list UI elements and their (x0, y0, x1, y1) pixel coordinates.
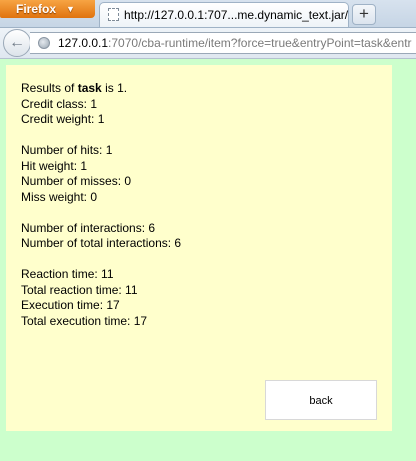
results-title-prefix: Results of (21, 81, 78, 95)
results-title: Results of task is 1. (21, 81, 181, 97)
firefox-menu-button[interactable]: Firefox ▼ (0, 0, 95, 18)
browser-tab[interactable]: http://127.0.0.1:707...me.dynamic_text.j… (99, 2, 349, 27)
hit-weight: Hit weight: 1 (21, 158, 88, 173)
credit-class: Credit class: 1 (21, 96, 98, 111)
total-reaction-time: Total reaction time: 11 (21, 282, 138, 297)
results-task-name: task (77, 81, 102, 95)
browser-back-button[interactable]: ← (3, 29, 31, 57)
results-text: Results of task is 1. Credit class: 1 Cr… (21, 81, 181, 329)
address-bar[interactable]: 127.0.0.1:7070/cba-runtime/item?force=tr… (30, 32, 416, 54)
firefox-menu-label: Firefox (16, 2, 57, 16)
number-of-total-interactions: Number of total interactions: 6 (21, 236, 182, 250)
reaction-time: Reaction time: 11 (21, 267, 114, 281)
globe-icon (38, 37, 50, 49)
tab-title: http://127.0.0.1:707...me.dynamic_text.j… (124, 8, 349, 22)
number-of-hits: Number of hits: 1 (21, 143, 113, 157)
new-tab-button[interactable]: + (352, 4, 376, 25)
navigation-bar: ← 127.0.0.1:7070/cba-runtime/item?force=… (0, 28, 416, 59)
back-button[interactable]: back (265, 380, 377, 420)
credit-weight: Credit weight: 1 (21, 112, 105, 126)
address-url: 127.0.0.1:7070/cba-runtime/item?force=tr… (58, 36, 412, 50)
page-body: Results of task is 1. Credit class: 1 Cr… (0, 59, 416, 461)
url-path: :7070/cba-runtime/item?force=true&entryP… (108, 36, 412, 50)
execution-time: Execution time: 17 (21, 298, 120, 312)
number-of-interactions: Number of interactions: 6 (21, 220, 156, 235)
page-icon (108, 8, 119, 21)
miss-weight: Miss weight: 0 (21, 189, 98, 204)
chevron-down-icon: ▼ (66, 4, 75, 14)
arrow-left-icon: ← (9, 34, 25, 51)
plus-icon: + (359, 4, 369, 23)
results-title-suffix: is 1. (101, 81, 128, 95)
number-of-misses: Number of misses: 0 (21, 174, 132, 188)
url-host: 127.0.0.1 (58, 36, 109, 50)
total-execution-time: Total execution time: 17 (21, 313, 148, 328)
results-panel: Results of task is 1. Credit class: 1 Cr… (6, 65, 392, 431)
tab-strip: Firefox ▼ http://127.0.0.1:707...me.dyna… (0, 0, 416, 28)
